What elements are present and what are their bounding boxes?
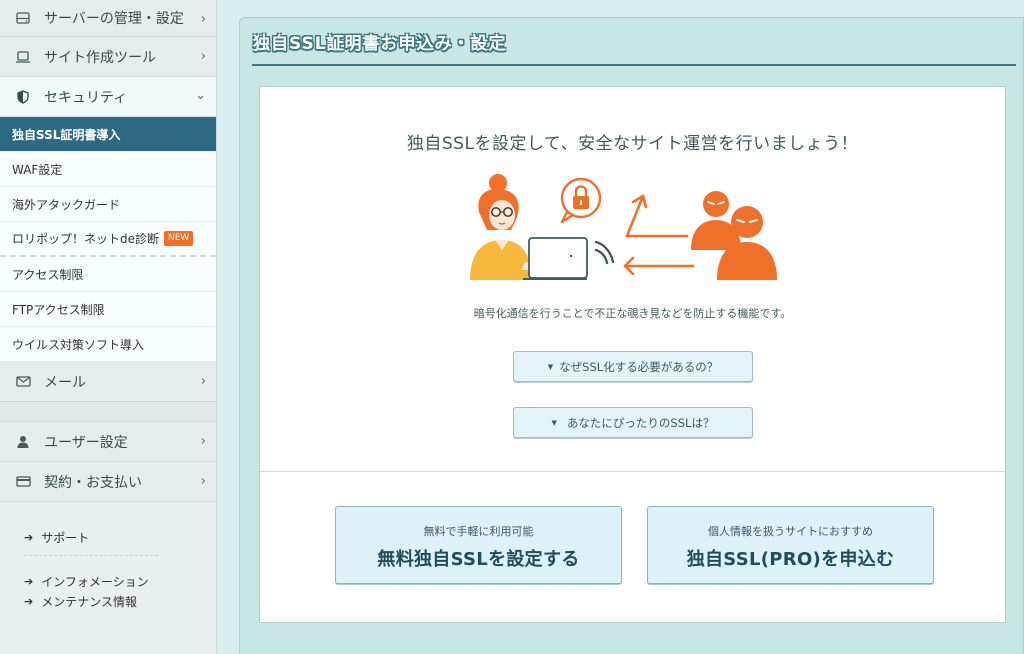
ssl-panel: 独自SSLを設定して、安全なサイト運営を行いましょう！ 暗号化通信を行うことで不… (259, 86, 1006, 623)
free-ssl-button[interactable]: 無料で手軽に利用可能 無料独自SSLを設定する (335, 506, 622, 584)
arrow-right-icon: ➔ (24, 594, 34, 608)
free-ssl-label: 無料独自SSLを設定する (377, 549, 580, 570)
caret-down-icon: ▼ (547, 362, 554, 371)
sidebar-item-ftp-limit[interactable]: FTPアクセス制限 (0, 292, 216, 327)
section-divider (260, 471, 1005, 472)
new-badge: NEW (164, 231, 194, 246)
nav-mail-label: メール (44, 374, 86, 391)
nav-contract-label: 契約・お支払い (44, 474, 142, 491)
signal-waves-icon (594, 240, 615, 265)
sidebar-item-label: アクセス制限 (12, 267, 84, 282)
sidebar-item-ssl[interactable]: 独自SSL証明書導入 (0, 117, 216, 152)
nav-mail[interactable]: メール › (0, 362, 216, 402)
sidebar-item-label: ロリポップ！ネットde診断 (12, 232, 160, 246)
divider (24, 555, 158, 556)
security-illustration (470, 174, 777, 280)
caret-down-icon: ▼ (551, 418, 557, 427)
title-divider (252, 64, 1016, 66)
sidebar-item-net-diagnosis[interactable]: ロリポップ！ネットde診断 NEW (0, 222, 216, 257)
blocked-arrow-icon (623, 194, 695, 276)
free-ssl-caption: 無料で手軽に利用可能 (423, 525, 534, 538)
sidebar: サーバーの管理・設定 › サイト作成ツール › セキュリティ ⌄ 独自SSL証明… (0, 0, 217, 654)
card-icon (14, 476, 32, 487)
nav-security-label: セキュリティ (44, 89, 128, 106)
link-information-label: インフォメーション (41, 574, 149, 589)
link-maintenance-label: メンテナンス情報 (41, 594, 137, 609)
why-ssl-label: なぜSSL化する必要があるの？ (559, 359, 719, 374)
chevron-right-icon: › (200, 12, 206, 27)
chevron-right-icon: › (200, 434, 206, 449)
why-ssl-toggle[interactable]: ▼ なぜSSL化する必要があるの？ (513, 351, 753, 382)
chevron-right-icon: › (200, 49, 206, 64)
arrow-right-icon: ➔ (24, 574, 34, 588)
sidebar-item-antivirus[interactable]: ウイルス対策ソフト導入 (0, 327, 216, 362)
arrow-right-icon: ➔ (24, 530, 34, 544)
laptop-icon (14, 50, 32, 63)
mail-icon (14, 376, 32, 387)
link-maintenance[interactable]: ➔ メンテナンス情報 (24, 592, 216, 610)
link-information[interactable]: ➔ インフォメーション (24, 572, 216, 590)
nav-user-settings[interactable]: ユーザー設定 › (0, 422, 216, 462)
sidebar-item-attack-guard[interactable]: 海外アタックガード (0, 187, 216, 222)
nav-spacer (0, 402, 216, 422)
lock-bubble-icon (560, 177, 602, 224)
link-support-label: サポート (41, 530, 90, 545)
laptop-icon (523, 237, 588, 280)
nav-server-label: サーバーの管理・設定 (44, 11, 184, 27)
sidebar-item-label: WAF設定 (12, 162, 63, 177)
which-ssl-label: あなたにぴったりのSSLは？ (566, 415, 715, 430)
sidebar-item-label: ウイルス対策ソフト導入 (12, 337, 145, 352)
link-support[interactable]: ➔ サポート (24, 528, 216, 546)
shield-icon (14, 89, 32, 104)
chevron-down-icon: ⌄ (195, 88, 206, 103)
pro-ssl-caption: 個人情報を扱うサイトにおすすめ (708, 525, 873, 538)
attackers-icon (691, 191, 777, 280)
nav-site-tools[interactable]: サイト作成ツール › (0, 37, 216, 77)
feature-description: 暗号化通信を行うことで不正な覗き見などを防止する機能です。 (473, 307, 792, 320)
nav-server-settings[interactable]: サーバーの管理・設定 › (0, 0, 216, 37)
sidebar-item-access-limit[interactable]: アクセス制限 (0, 257, 216, 292)
pro-ssl-button[interactable]: 個人情報を扱うサイトにおすすめ 独自SSL(PRO)を申込む (647, 506, 934, 584)
which-ssl-toggle[interactable]: ▼ あなたにぴったりのSSLは？ (513, 407, 753, 438)
nav-site-label: サイト作成ツール (44, 49, 156, 66)
chevron-right-icon: › (200, 374, 206, 389)
nav-security[interactable]: セキュリティ ⌄ (0, 77, 216, 117)
main-content: 独自SSL証明書お申込み・設定 独自SSLを設定して、安全なサイト運営を行いまし… (239, 17, 1024, 654)
chevron-right-icon: › (200, 474, 206, 489)
sidebar-item-waf[interactable]: WAF設定 (0, 152, 216, 187)
sidebar-item-label: 独自SSL証明書導入 (12, 127, 121, 142)
nav-user-label: ユーザー設定 (44, 434, 128, 451)
user-icon (14, 435, 32, 448)
page-title: 独自SSL証明書お申込み・設定 (253, 34, 507, 54)
sidebar-item-label: 海外アタックガード (12, 197, 121, 212)
pro-ssl-label: 独自SSL(PRO)を申込む (686, 549, 895, 570)
server-icon (14, 12, 32, 24)
headline: 独自SSLを設定して、安全なサイト運営を行いましょう！ (406, 134, 859, 154)
sidebar-item-label: FTPアクセス制限 (12, 302, 105, 317)
nav-contract[interactable]: 契約・お支払い › (0, 462, 216, 502)
